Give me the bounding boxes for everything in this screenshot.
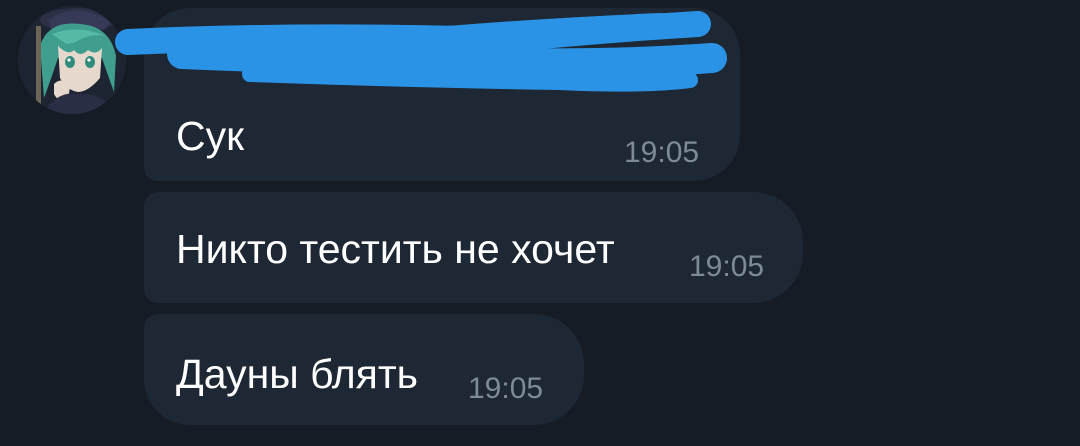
message-timestamp: 19:05 xyxy=(468,372,544,405)
avatar[interactable] xyxy=(18,6,126,114)
message-text: Сук xyxy=(176,113,245,159)
avatar-icon xyxy=(18,6,126,114)
message-bubble[interactable]: Никто тестить не хочет 19:05 xyxy=(144,192,803,303)
message-timestamp: 19:05 xyxy=(689,250,765,283)
message-text: Дауны блять xyxy=(176,351,419,397)
message-bubble[interactable]: Сук 19:05 xyxy=(144,8,740,181)
message-text: Никто тестить не хочет xyxy=(176,226,615,272)
message-bubble[interactable]: Дауны блять 19:05 xyxy=(144,314,584,425)
message-timestamp: 19:05 xyxy=(624,136,700,169)
chat-view: Сук 19:05 Никто тестить не хочет 19:05 Д… xyxy=(0,0,1080,446)
